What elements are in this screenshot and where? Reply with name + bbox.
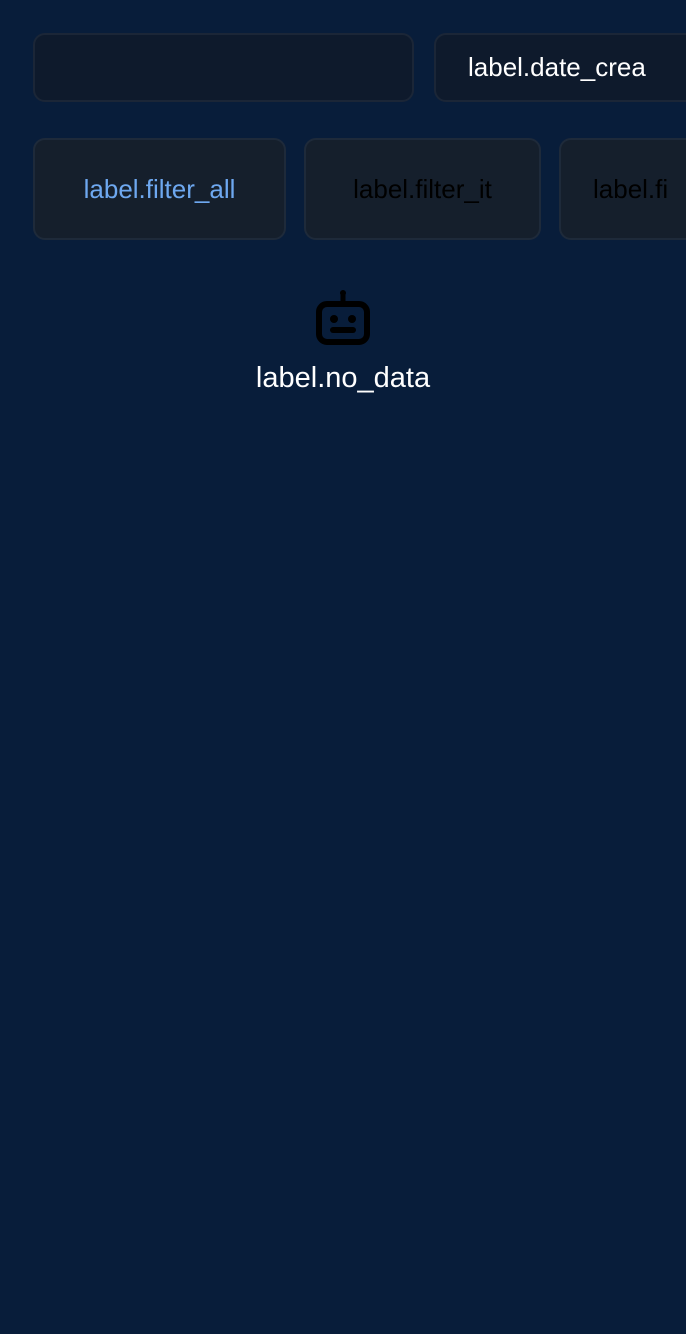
filter-third-chip[interactable]: label.fi [559, 138, 686, 240]
robot-icon [316, 290, 370, 345]
no-data-text: label.no_data [255, 362, 431, 394]
empty-state: label.no_data [0, 289, 686, 395]
date-created-sort-button[interactable]: label.date_crea [434, 33, 686, 102]
filter-all-chip[interactable]: label.filter_all [33, 138, 286, 240]
page: label.date_crea label.filter_all label.f… [0, 0, 686, 1334]
search-input[interactable] [33, 33, 414, 102]
filter-it-chip[interactable]: label.filter_it [304, 138, 541, 240]
